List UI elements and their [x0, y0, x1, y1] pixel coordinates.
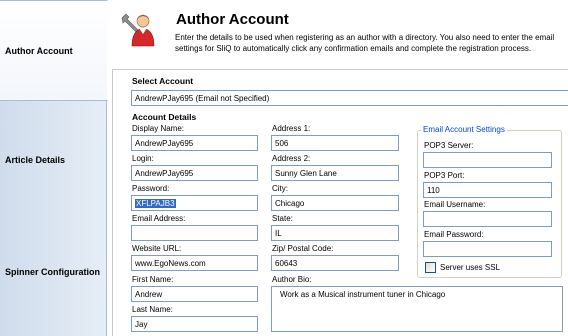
- email-password-label: Email Password:: [424, 230, 484, 239]
- select-account-label: Select Account: [132, 76, 194, 86]
- zip-label: Zip/ Postal Code:: [272, 244, 334, 253]
- sidebar-item-spinner-configuration[interactable]: Spinner Configuration: [0, 262, 107, 282]
- password-label: Password:: [132, 184, 170, 193]
- ssl-label: Server uses SSL: [440, 263, 501, 272]
- city-label: City:: [272, 184, 288, 193]
- display-name-field[interactable]: AndrewPJay695: [131, 135, 258, 151]
- email-password-field[interactable]: [423, 241, 552, 257]
- sidebar-item-article-details[interactable]: Article Details: [0, 150, 107, 170]
- page-description: Enter the details to be used when regist…: [175, 33, 555, 53]
- author-account-form: Select Account AndrewPJay695 (Email not …: [112, 69, 568, 336]
- email-username-label: Email Username:: [424, 200, 486, 209]
- page-header: Author Account Enter the details to be u…: [108, 0, 568, 67]
- author-bio-label: Author Bio:: [272, 275, 312, 284]
- address2-label: Address 2:: [272, 154, 311, 163]
- address1-label: Address 1:: [272, 124, 311, 133]
- email-settings-title: Email Account Settings: [421, 125, 507, 134]
- last-name-label: Last Name:: [132, 305, 173, 314]
- first-name-label: First Name:: [132, 275, 174, 284]
- pop3-port-label: POP3 Port:: [424, 171, 465, 180]
- first-name-field[interactable]: Andrew: [131, 286, 258, 302]
- author-settings-icon: [121, 13, 155, 47]
- sidebar: Author Account Article Details Spinner C…: [0, 0, 108, 336]
- sidebar-item-author-account[interactable]: Author Account: [0, 0, 108, 101]
- display-name-label: Display Name:: [132, 124, 185, 133]
- state-label: State:: [272, 214, 293, 223]
- website-url-field[interactable]: www.EgoNews.com: [131, 255, 258, 271]
- website-url-label: Website URL:: [132, 244, 182, 253]
- state-field[interactable]: IL: [271, 225, 399, 241]
- select-account-dropdown[interactable]: AndrewPJay695 (Email not Specified): [131, 90, 568, 106]
- password-selected-text: XFLPAJB3: [135, 199, 176, 208]
- login-label: Login:: [132, 154, 154, 163]
- login-field[interactable]: AndrewPJay695: [131, 165, 258, 181]
- sidebar-item-label: Spinner Configuration: [5, 267, 100, 277]
- pop3-server-label: POP3 Server:: [424, 141, 474, 150]
- email-address-field[interactable]: [131, 225, 258, 241]
- sidebar-item-label: Article Details: [5, 155, 66, 165]
- password-field[interactable]: XFLPAJB3: [131, 195, 258, 211]
- city-field[interactable]: Chicago: [271, 195, 399, 211]
- ssl-checkbox[interactable]: [425, 262, 436, 273]
- account-details-label: Account Details: [132, 112, 197, 122]
- address1-field[interactable]: 506: [271, 135, 399, 151]
- email-username-field[interactable]: [423, 211, 552, 227]
- sidebar-item-label: Author Account: [5, 45, 73, 56]
- address2-field[interactable]: Sunny Glen Lane: [271, 165, 399, 181]
- email-address-label: Email Address:: [132, 214, 186, 223]
- pop3-port-field[interactable]: 110: [423, 182, 552, 198]
- zip-field[interactable]: 60643: [271, 255, 399, 271]
- last-name-field[interactable]: Jay: [131, 316, 258, 332]
- pop3-server-field[interactable]: [423, 152, 552, 168]
- page-title: Author Account: [176, 11, 289, 28]
- author-bio-field[interactable]: Work as a Musical instrument tuner in Ch…: [271, 286, 563, 332]
